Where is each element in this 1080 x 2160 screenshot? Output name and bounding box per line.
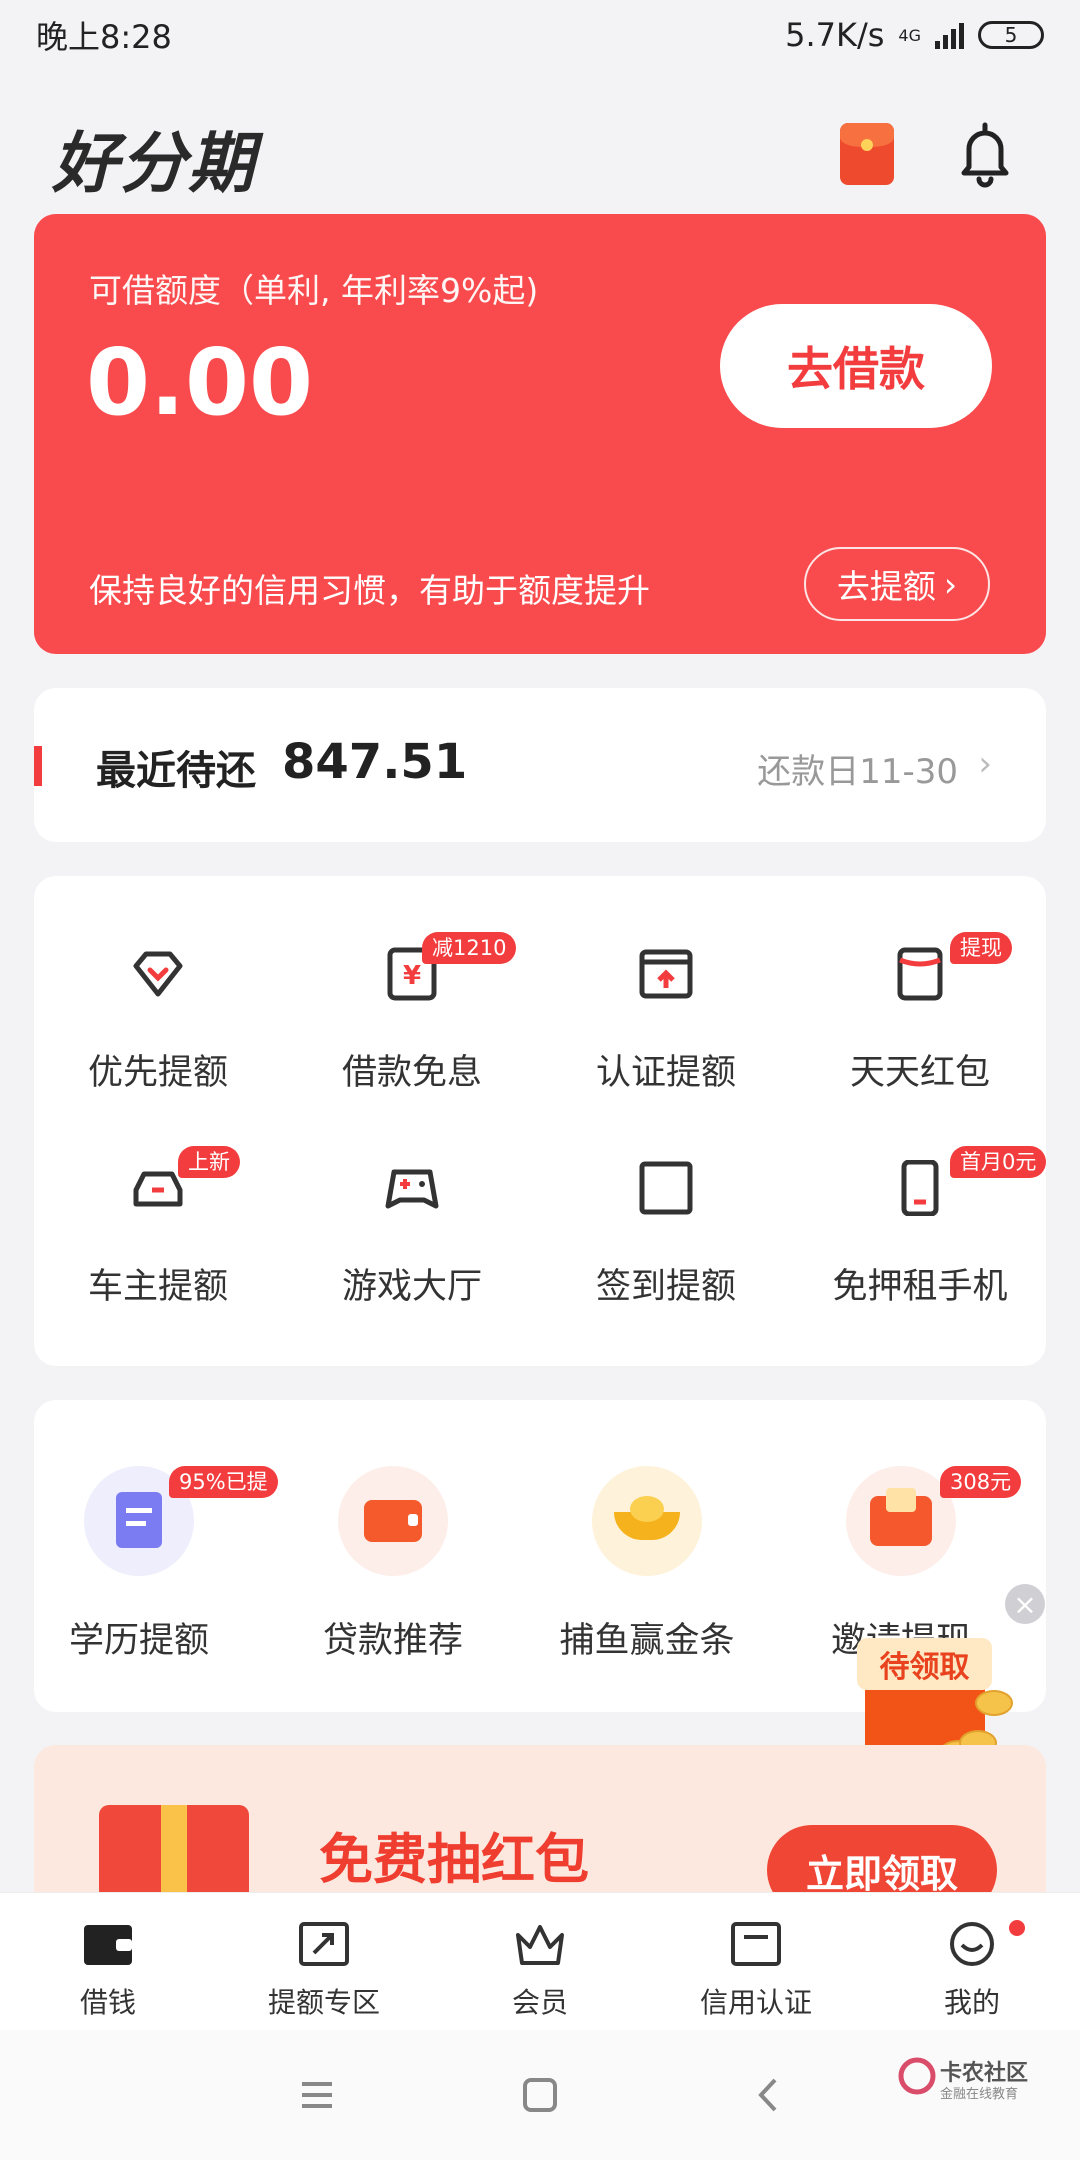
badge: 首月0元 [950, 1146, 1047, 1178]
red-packet-outline-icon [897, 947, 943, 1001]
grid-label: 认证提额 [595, 1053, 736, 1093]
diamond-icon [133, 951, 183, 997]
grid-item-verify-raise[interactable]: 认证提额 [556, 946, 776, 1116]
recent-repayment-card[interactable]: 最近待还 847.51 还款日11-30 › [34, 688, 1046, 842]
credit-limit-card: 可借额度（单利, 年利率9%起) 0.00 去借款 保持良好的信用习惯，有助于额… [34, 214, 1046, 654]
accent-bar [34, 746, 42, 786]
back-icon[interactable] [743, 2070, 793, 2120]
raise-limit-label: 去提额 [836, 567, 936, 606]
bottom-tab-bar: 借钱 提额专区 会员 信用认证 我的 [0, 1892, 1080, 2031]
app-logo: 好分期 [52, 125, 256, 202]
grid-label: 游戏大厅 [341, 1267, 482, 1307]
watermark: 卡农社区 金融在线教育 [898, 2055, 1048, 2105]
status-bar: 晚上8:28 5.7K/s 4G 5 [0, 0, 1080, 70]
repayment-label: 最近待还 [96, 748, 256, 794]
service-label: 捕鱼赢金条 [559, 1621, 735, 1661]
grid-item-daily-redpacket[interactable]: 提现 天天红包 [810, 932, 1030, 1116]
raise-limit-button[interactable]: 去提额 › [804, 547, 990, 621]
repayment-amount: 847.51 [282, 734, 468, 790]
grid-label: 车主提额 [87, 1267, 228, 1307]
service-fishing-gold[interactable]: 捕鱼赢金条 [522, 1466, 772, 1666]
chevron-right-icon: › [943, 564, 958, 604]
badge: 95%已提 [169, 1466, 278, 1498]
badge: 308元 [940, 1466, 1022, 1498]
wallet-icon [338, 1466, 448, 1576]
service-education-raise[interactable]: 95%已提 学历提额 [14, 1466, 278, 1666]
notification-dot [1009, 1920, 1025, 1936]
status-time: 晚上8:28 [36, 18, 172, 56]
tab-raise-zone[interactable]: 提额专区 [216, 1893, 432, 2031]
tab-label: 借钱 [79, 1986, 136, 2019]
floating-packet-label: 待领取 [857, 1638, 992, 1690]
checkin-icon [639, 1161, 693, 1215]
tab-label: 我的 [943, 1986, 1000, 2019]
badge: 上新 [178, 1146, 240, 1178]
signal-icon [935, 21, 964, 49]
grid-label: 借款免息 [341, 1053, 482, 1093]
red-envelope-icon[interactable] [840, 123, 894, 185]
tab-credit-verify[interactable]: 信用认证 [648, 1893, 864, 2031]
app-header: 好分期 [0, 95, 1080, 205]
credit-limit-amount: 0.00 [86, 329, 313, 436]
repayment-due-date: 还款日11-30 [757, 752, 958, 792]
service-label: 学历提额 [68, 1621, 209, 1661]
phone-icon [901, 1160, 939, 1216]
grid-item-car-owner[interactable]: 上新 车主提额 [48, 1146, 268, 1330]
feature-grid: 优先提额 ¥ 减1210 借款免息 认证提额 提现 天天红包 上新 车主提额 游… [34, 876, 1047, 1366]
badge: 提现 [950, 932, 1012, 964]
grid-item-priority-raise[interactable]: 优先提额 [48, 946, 268, 1116]
raise-tab-icon [299, 1922, 349, 1966]
grid-item-interest-free[interactable]: ¥ 减1210 借款免息 [302, 932, 522, 1116]
gamepad-icon [385, 1169, 439, 1209]
coin-icon [975, 1690, 1013, 1716]
service-label: 贷款推荐 [322, 1621, 463, 1661]
card-tab-icon [731, 1922, 781, 1966]
battery-icon: 5 [978, 21, 1044, 49]
network-type: 4G [898, 25, 921, 45]
tab-label: 提额专区 [267, 1986, 380, 2019]
service-loan-recommend[interactable]: 贷款推荐 [268, 1466, 518, 1666]
grid-label: 免押租手机 [832, 1267, 1008, 1307]
credit-tip: 保持良好的信用习惯，有助于额度提升 [89, 571, 650, 610]
gold-ingot-icon [592, 1466, 702, 1576]
wallet-tab-icon [84, 1925, 132, 1965]
grid-label: 天天红包 [849, 1053, 990, 1093]
smile-icon [950, 1922, 994, 1966]
tab-label: 信用认证 [699, 1986, 812, 2019]
home-icon[interactable] [515, 2070, 565, 2120]
borrow-button[interactable]: 去借款 [720, 304, 992, 428]
grid-item-phone-rental[interactable]: 首月0元 免押租手机 [810, 1146, 1047, 1330]
promo-banner[interactable]: 免费抽红包 立即领取 [34, 1745, 1046, 1895]
tab-label: 会员 [511, 1986, 568, 2019]
tab-borrow[interactable]: 借钱 [0, 1893, 216, 2031]
watermark-subtitle: 金融在线教育 [940, 2087, 1019, 2102]
system-nav-bar: 卡农社区 金融在线教育 [0, 2030, 1080, 2160]
bell-icon[interactable] [955, 119, 1015, 189]
grid-label: 签到提额 [595, 1267, 736, 1307]
grid-item-checkin-raise[interactable]: 签到提额 [556, 1160, 776, 1330]
promo-title: 免费抽红包 [319, 1828, 589, 1891]
svg-text:¥: ¥ [403, 961, 421, 991]
status-indicators: 5.7K/s 4G 5 [785, 16, 1044, 54]
id-card-icon [639, 949, 693, 999]
tab-mine[interactable]: 我的 [864, 1893, 1080, 2031]
network-speed: 5.7K/s [785, 16, 885, 54]
claim-now-button[interactable]: 立即领取 [767, 1825, 997, 1895]
tab-member[interactable]: 会员 [432, 1893, 648, 2031]
chevron-right-icon: › [978, 744, 992, 784]
menu-icon[interactable] [292, 2070, 342, 2120]
badge: 减1210 [422, 932, 517, 964]
credit-limit-label: 可借额度（单利, 年利率9%起) [89, 271, 539, 310]
watermark-logo-icon [898, 2057, 936, 2095]
crown-icon [516, 1925, 564, 1965]
battery-level: 5 [1004, 23, 1018, 47]
close-icon[interactable]: × [1005, 1584, 1045, 1624]
gift-icon [99, 1805, 249, 1895]
grid-label: 优先提额 [87, 1053, 228, 1093]
grid-item-game-hall[interactable]: 游戏大厅 [302, 1160, 522, 1330]
